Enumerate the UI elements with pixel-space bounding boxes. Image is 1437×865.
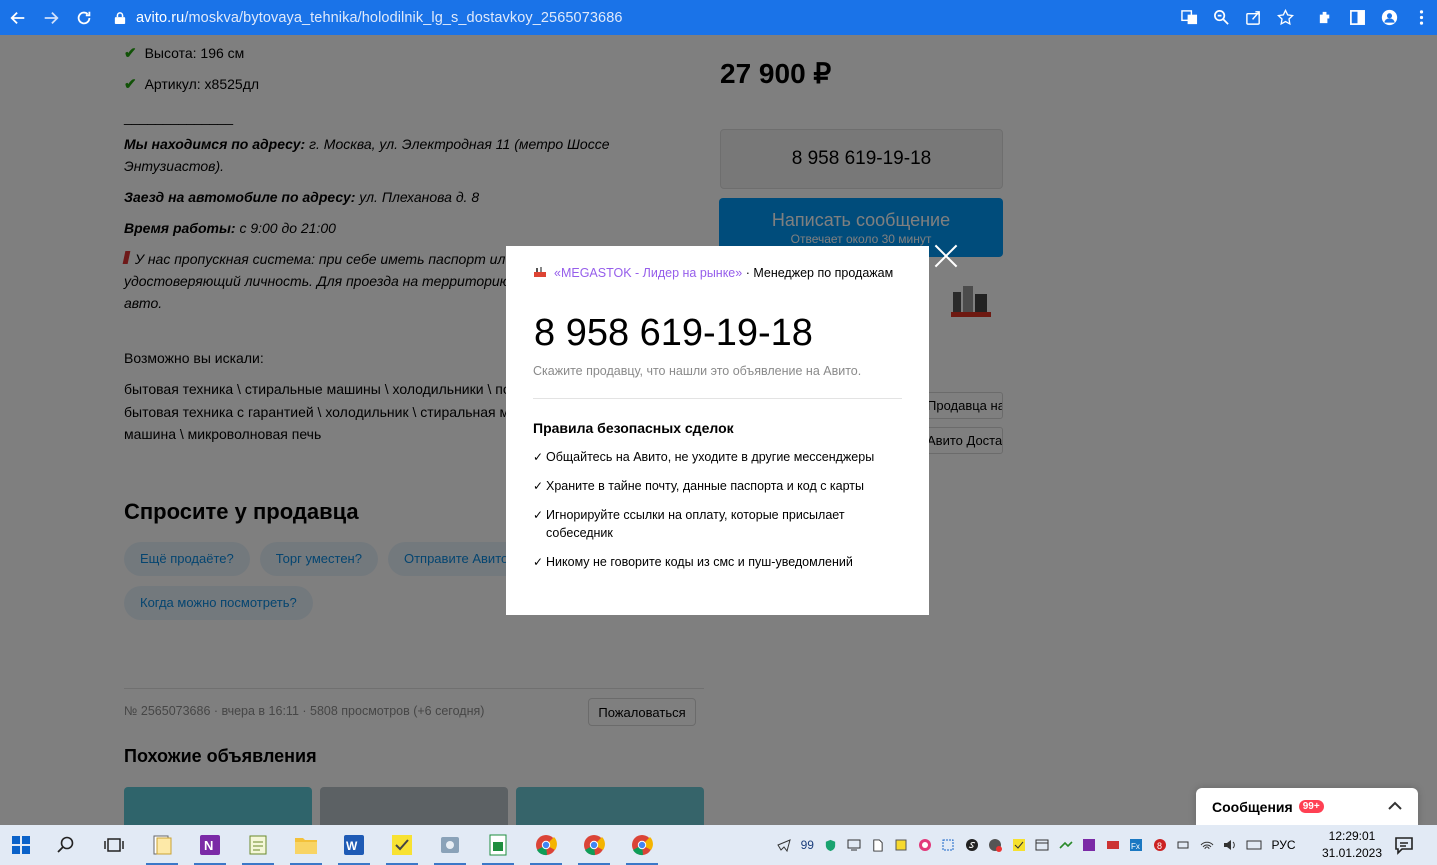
seller-role: · Менеджер по продажам xyxy=(742,266,894,280)
svg-text:N: N xyxy=(204,838,213,853)
keyboard-icon[interactable] xyxy=(1242,825,1266,865)
clock-date: 31.01.2023 xyxy=(1321,846,1383,860)
seller-name[interactable]: «MEGASTOK - Лидер на рынке» xyxy=(554,266,742,280)
browser-toolbar: avito.ru/moskva/bytovaya_tehnika/holodil… xyxy=(0,0,1437,35)
folder-icon[interactable] xyxy=(282,825,330,865)
check-note-icon[interactable] xyxy=(1007,825,1031,865)
safety-rules-title: Правила безопасных сделок xyxy=(533,420,734,436)
phone-modal: «MEGASTOK - Лидер на рынке» · Менеджер п… xyxy=(506,246,929,615)
safety-rule: Общайтесь на Авито, не уходите в другие … xyxy=(533,448,893,466)
system-tray: 99 Fx 8 РУС xyxy=(772,825,1304,865)
wifi-icon[interactable] xyxy=(1195,825,1219,865)
app-icon[interactable] xyxy=(426,825,474,865)
clock[interactable]: 12:29:01 31.01.2023 xyxy=(1320,828,1384,862)
document-icon[interactable] xyxy=(866,825,890,865)
modal-hint: Скажите продавцу, что нашли это объявлен… xyxy=(533,364,862,378)
shop-icon xyxy=(534,267,546,277)
address-bar[interactable]: avito.ru/moskva/bytovaya_tehnika/holodil… xyxy=(106,4,1296,31)
reload-button[interactable] xyxy=(69,3,99,33)
close-icon[interactable] xyxy=(933,243,959,269)
translate-icon[interactable] xyxy=(1173,0,1205,35)
extensions-icon[interactable] xyxy=(1309,0,1341,35)
app-badge-icon[interactable] xyxy=(984,825,1008,865)
window-icon[interactable] xyxy=(1031,825,1055,865)
messages-label: Сообщения xyxy=(1212,798,1293,815)
messages-widget[interactable]: Сообщения 99+ xyxy=(1196,788,1418,825)
chrome-icon[interactable] xyxy=(522,825,570,865)
badge-8-icon[interactable]: 8 xyxy=(1148,825,1172,865)
screenshot-icon[interactable] xyxy=(937,825,961,865)
chrome-profile-icon[interactable] xyxy=(570,825,618,865)
spreadsheet-icon[interactable] xyxy=(474,825,522,865)
shield-icon[interactable] xyxy=(819,825,843,865)
safety-rule: Никому не говорите коды из смс и пуш-уве… xyxy=(533,553,893,571)
target-icon[interactable] xyxy=(913,825,937,865)
notepad-icon[interactable] xyxy=(234,825,282,865)
notes-icon[interactable] xyxy=(890,825,914,865)
onenote-icon[interactable]: N xyxy=(186,825,234,865)
word-icon[interactable]: W xyxy=(330,825,378,865)
modal-divider xyxy=(533,398,902,399)
volume-icon[interactable] xyxy=(1219,825,1243,865)
url-text: avito.ru/moskva/bytovaya_tehnika/holodil… xyxy=(136,10,623,26)
task-view-icon[interactable] xyxy=(90,825,138,865)
monitor-icon[interactable] xyxy=(843,825,867,865)
svg-text:W: W xyxy=(346,839,358,853)
windows-start-icon[interactable] xyxy=(0,825,42,865)
language-indicator[interactable]: РУС xyxy=(1272,838,1296,852)
url-path: /moskva/bytovaya_tehnika/holodilnik_lg_s… xyxy=(184,9,623,26)
side-panel-icon[interactable] xyxy=(1341,0,1373,35)
safety-rule: Игнорируйте ссылки на оплату, которые пр… xyxy=(533,506,893,542)
safety-rules-list: Общайтесь на Авито, не уходите в другие … xyxy=(533,448,893,582)
svg-text:8: 8 xyxy=(1157,841,1162,851)
tray-counter[interactable]: 99 xyxy=(796,825,820,865)
bookmark-star-icon[interactable] xyxy=(1269,0,1301,35)
chevron-up-icon[interactable] xyxy=(1386,797,1404,815)
profile-avatar-icon[interactable] xyxy=(1373,0,1405,35)
filezilla-icon[interactable] xyxy=(1101,825,1125,865)
network-map-icon[interactable] xyxy=(1054,825,1078,865)
usb-icon[interactable] xyxy=(1172,825,1196,865)
fx-icon[interactable]: Fx xyxy=(1125,825,1149,865)
safety-rule: Храните в тайне почту, данные паспорта и… xyxy=(533,477,893,495)
forward-button[interactable] xyxy=(36,3,66,33)
onenote-tray-icon[interactable] xyxy=(1078,825,1102,865)
zoom-icon[interactable] xyxy=(1205,0,1237,35)
chrome-profile-r-icon[interactable] xyxy=(618,825,666,865)
messages-badge: 99+ xyxy=(1298,800,1324,813)
back-button[interactable] xyxy=(3,3,33,33)
seller-line: «MEGASTOK - Лидер на рынке» · Менеджер п… xyxy=(533,264,903,282)
skype-icon[interactable] xyxy=(960,825,984,865)
search-icon[interactable] xyxy=(42,825,90,865)
file-icon[interactable] xyxy=(138,825,186,865)
modal-phone-number[interactable]: 8 958 619-19-18 xyxy=(534,312,813,355)
menu-kebab-icon[interactable] xyxy=(1405,0,1437,35)
sticky-notes-icon[interactable] xyxy=(378,825,426,865)
notification-icon[interactable] xyxy=(1393,834,1415,856)
url-host: avito.ru xyxy=(136,9,185,26)
share-icon[interactable] xyxy=(1237,0,1269,35)
clock-time: 12:29:01 xyxy=(1328,829,1376,843)
taskbar: N W 99 Fx 8 РУС 12:29:01 31.01.2023 xyxy=(0,825,1437,865)
svg-text:Fx: Fx xyxy=(1131,842,1140,851)
telegram-icon[interactable] xyxy=(772,825,796,865)
lock-icon xyxy=(114,11,132,25)
